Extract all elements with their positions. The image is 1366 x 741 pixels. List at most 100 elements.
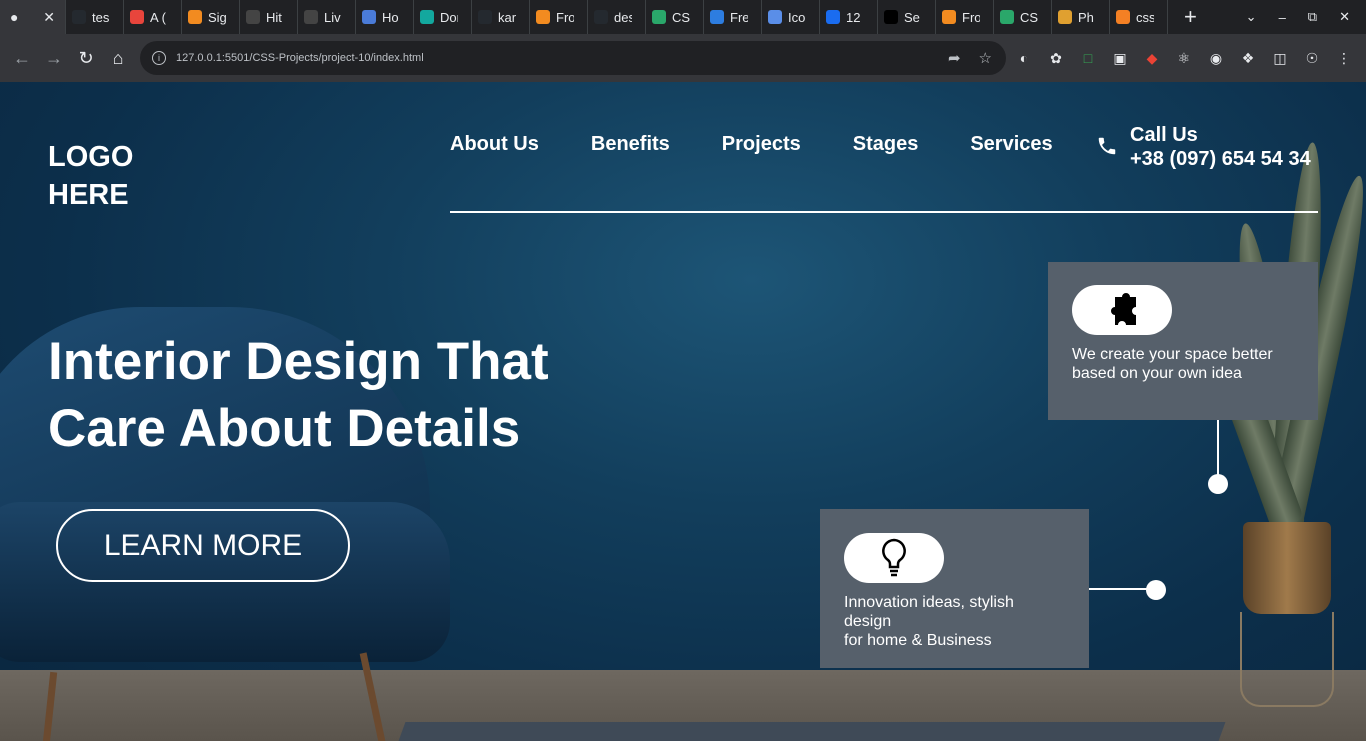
extension-icon[interactable]: ✿	[1046, 48, 1066, 68]
minimize-button[interactable]: –	[1279, 10, 1286, 25]
call-us-label: Call Us	[1130, 124, 1198, 146]
restore-button[interactable]: ⧉	[1308, 9, 1317, 25]
tab-favicon-icon	[536, 10, 550, 24]
browser-tab[interactable]: Ico	[762, 0, 820, 34]
card-line: Innovation ideas, stylish design	[844, 594, 1014, 630]
browser-tab[interactable]: tes	[66, 0, 124, 34]
card-description: We create your space better based on you…	[1072, 346, 1273, 382]
tab-title: tes	[92, 9, 110, 25]
tab-title: des	[614, 9, 632, 25]
globe-icon: ●	[10, 9, 19, 25]
tab-favicon-icon	[304, 10, 318, 24]
nav-projects[interactable]: Projects	[722, 133, 801, 156]
tab-title: Liv	[324, 9, 341, 25]
puzzle-icon	[1111, 293, 1136, 325]
tab-title: A (	[150, 9, 166, 25]
compass-icon[interactable]: ☉	[1302, 48, 1322, 68]
browser-tab[interactable]: 12	[820, 0, 878, 34]
phone-icon	[1098, 137, 1116, 155]
connector-line	[1089, 588, 1149, 590]
nav-benefits[interactable]: Benefits	[591, 133, 670, 156]
card-icon-pill	[844, 533, 944, 583]
logo-line: HERE	[48, 179, 129, 211]
header-divider	[450, 211, 1318, 213]
browser-tab[interactable]: css	[1110, 0, 1168, 34]
browser-tab[interactable]: A (	[124, 0, 182, 34]
close-window-button[interactable]: ✕	[1339, 9, 1350, 25]
menu-icon[interactable]: ⋮	[1334, 48, 1354, 68]
feature-card: Innovation ideas, stylish design for hom…	[820, 509, 1089, 668]
close-tab-icon[interactable]: ✕	[43, 9, 55, 26]
back-icon[interactable]: ←	[6, 48, 38, 69]
side-panel-icon[interactable]: ◫	[1270, 48, 1290, 68]
tab-favicon-icon	[478, 10, 492, 24]
tab-favicon-icon	[594, 10, 608, 24]
extension-icon[interactable]: ◐	[1014, 48, 1034, 68]
browser-tab[interactable]: Hit	[240, 0, 298, 34]
browser-tab[interactable]: Ho	[356, 0, 414, 34]
site-info-icon[interactable]: i	[152, 51, 166, 65]
browser-tab[interactable]: Se	[878, 0, 936, 34]
call-us-link[interactable]: Call Us +38 (097) 654 54 34	[1096, 123, 1311, 171]
tab-title: Sig	[208, 9, 226, 25]
connector-dot	[1208, 474, 1228, 494]
tab-search-icon[interactable]: ⌄	[1246, 9, 1257, 25]
browser-tab[interactable]: Fro	[530, 0, 588, 34]
home-icon[interactable]: ⌂	[102, 48, 134, 69]
browser-tab[interactable]: CS	[994, 0, 1052, 34]
tab-title: CS	[672, 9, 690, 25]
browser-tab[interactable]: Ph	[1052, 0, 1110, 34]
tab-title: 12	[846, 9, 861, 25]
reload-icon[interactable]: ↻	[70, 48, 102, 69]
extensions-area: ◐ ✿ □ ▣ ◆ ⚛ ◉ ❖ ◫ ☉ ⋮	[1014, 48, 1354, 68]
bookmark-star-icon[interactable]: ☆	[979, 49, 992, 67]
active-tab[interactable]: ● ✕	[0, 0, 66, 34]
share-icon[interactable]: ➦	[948, 49, 961, 67]
tab-favicon-icon	[710, 10, 724, 24]
tab-favicon-icon	[884, 10, 898, 24]
window-controls: ⌄ – ⧉ ✕	[1246, 0, 1366, 34]
tab-title: Hit	[266, 9, 282, 25]
tab-favicon-icon	[942, 10, 956, 24]
rug-background	[394, 722, 1226, 741]
card-description: Innovation ideas, stylish design for hom…	[844, 593, 1065, 650]
browser-tab[interactable]: Dor	[414, 0, 472, 34]
address-bar[interactable]: i 127.0.0.1:5501/CSS-Projects/project-10…	[140, 41, 1006, 75]
lightbulb-icon	[882, 538, 906, 577]
tab-title: Ho	[382, 9, 399, 25]
camera-icon[interactable]: ◉	[1206, 48, 1226, 68]
browser-tab[interactable]: Fro	[936, 0, 994, 34]
site-logo[interactable]: LOGO HERE	[48, 138, 168, 214]
main-navigation: About Us Benefits Projects Stages Servic…	[450, 133, 1053, 156]
tab-favicon-icon	[72, 10, 86, 24]
browser-tab[interactable]: Sig	[182, 0, 240, 34]
new-tab-button[interactable]: +	[1184, 4, 1197, 30]
tab-favicon-icon	[1116, 10, 1130, 24]
nav-about-us[interactable]: About Us	[450, 133, 539, 156]
puzzle-extensions-icon[interactable]: ❖	[1238, 48, 1258, 68]
card-icon-pill	[1072, 285, 1172, 335]
forward-icon[interactable]: →	[38, 48, 70, 69]
browser-toolbar: ← → ↻ ⌂ i 127.0.0.1:5501/CSS-Projects/pr…	[0, 34, 1366, 82]
hero-title-line: Care About Details	[48, 399, 521, 458]
browser-tab[interactable]: Fre	[704, 0, 762, 34]
tab-favicon-icon	[420, 10, 434, 24]
logo-line: LOGO	[48, 141, 134, 173]
extension-icon[interactable]: □	[1078, 48, 1098, 68]
nav-services[interactable]: Services	[970, 133, 1052, 156]
learn-more-button[interactable]: LEARN MORE	[56, 509, 350, 582]
tab-favicon-icon	[768, 10, 782, 24]
browser-tab[interactable]: CS	[646, 0, 704, 34]
tab-favicon-icon	[1058, 10, 1072, 24]
browser-tab[interactable]: des	[588, 0, 646, 34]
web-page: LOGO HERE About Us Benefits Projects Sta…	[0, 82, 1366, 741]
hero-title-line: Interior Design That	[48, 332, 549, 391]
nav-stages[interactable]: Stages	[853, 133, 919, 156]
extension-icon[interactable]: ◆	[1142, 48, 1162, 68]
tab-favicon-icon	[826, 10, 840, 24]
browser-tab[interactable]: kar	[472, 0, 530, 34]
extension-icon[interactable]: ▣	[1110, 48, 1130, 68]
tab-title: Ph	[1078, 9, 1094, 25]
extension-icon[interactable]: ⚛	[1174, 48, 1194, 68]
browser-tab[interactable]: Liv	[298, 0, 356, 34]
